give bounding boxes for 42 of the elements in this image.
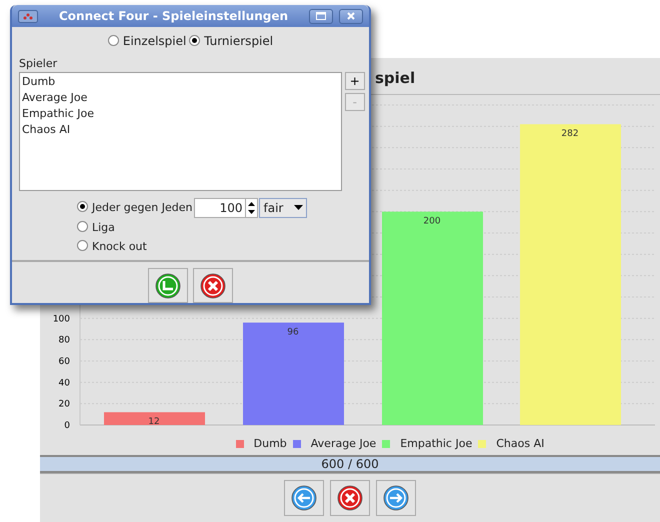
radio-option[interactable]: Einzelspiel [108,32,186,50]
legend-label: Average Joe [310,436,376,452]
maximize-button[interactable] [309,8,333,24]
list-item[interactable]: Empathic Joe [22,106,339,122]
bar-value-label: 96 [287,328,299,338]
radio-option[interactable]: Liga [77,220,115,236]
number-spinner[interactable]: 100 [194,198,258,218]
fairness-dropdown[interactable]: fair [259,198,308,218]
y-tick-label: 60 [58,357,70,367]
bar-value-label: 282 [561,129,579,140]
close-button[interactable] [339,8,363,24]
radio-option[interactable]: Knock out [77,238,147,256]
cancel-icon [337,485,363,511]
y-tick-label: 40 [58,378,70,388]
progress-text: 600 / 600 [320,457,380,471]
check-icon [154,272,181,298]
y-tick-label: 20 [58,400,70,410]
y-tick-label: 80 [58,336,70,346]
cancel-button[interactable] [330,480,370,516]
ok-button[interactable] [148,268,188,303]
app-icon [18,10,38,22]
cancel-button[interactable] [193,268,234,303]
maximize-icon [316,12,326,20]
y-tick-label: 0 [64,421,70,431]
list-item[interactable]: Chaos AI [22,122,339,138]
cancel-icon [200,272,226,298]
y-tick-label: 100 [52,314,70,324]
forward-button[interactable] [376,480,416,516]
radio-option[interactable]: Jeder gegen Jeden [77,200,192,216]
radio-option[interactable]: Turnierspiel [189,32,274,50]
window-title: Connect Four - Spieleinstellungen [58,8,290,25]
left-arrow-icon [291,485,317,511]
legend-label: Empathic Joe [400,436,472,452]
close-icon [347,12,355,20]
bar-value-label: 12 [148,417,160,428]
legend-label: Chaos AI [496,436,544,452]
right-arrow-icon [383,485,409,511]
back-button[interactable] [284,480,324,516]
add-button[interactable]: + [344,72,365,90]
caret-icon [294,205,304,211]
legend-label: Dumb [254,436,287,452]
bar-value-label: 200 [423,216,441,227]
